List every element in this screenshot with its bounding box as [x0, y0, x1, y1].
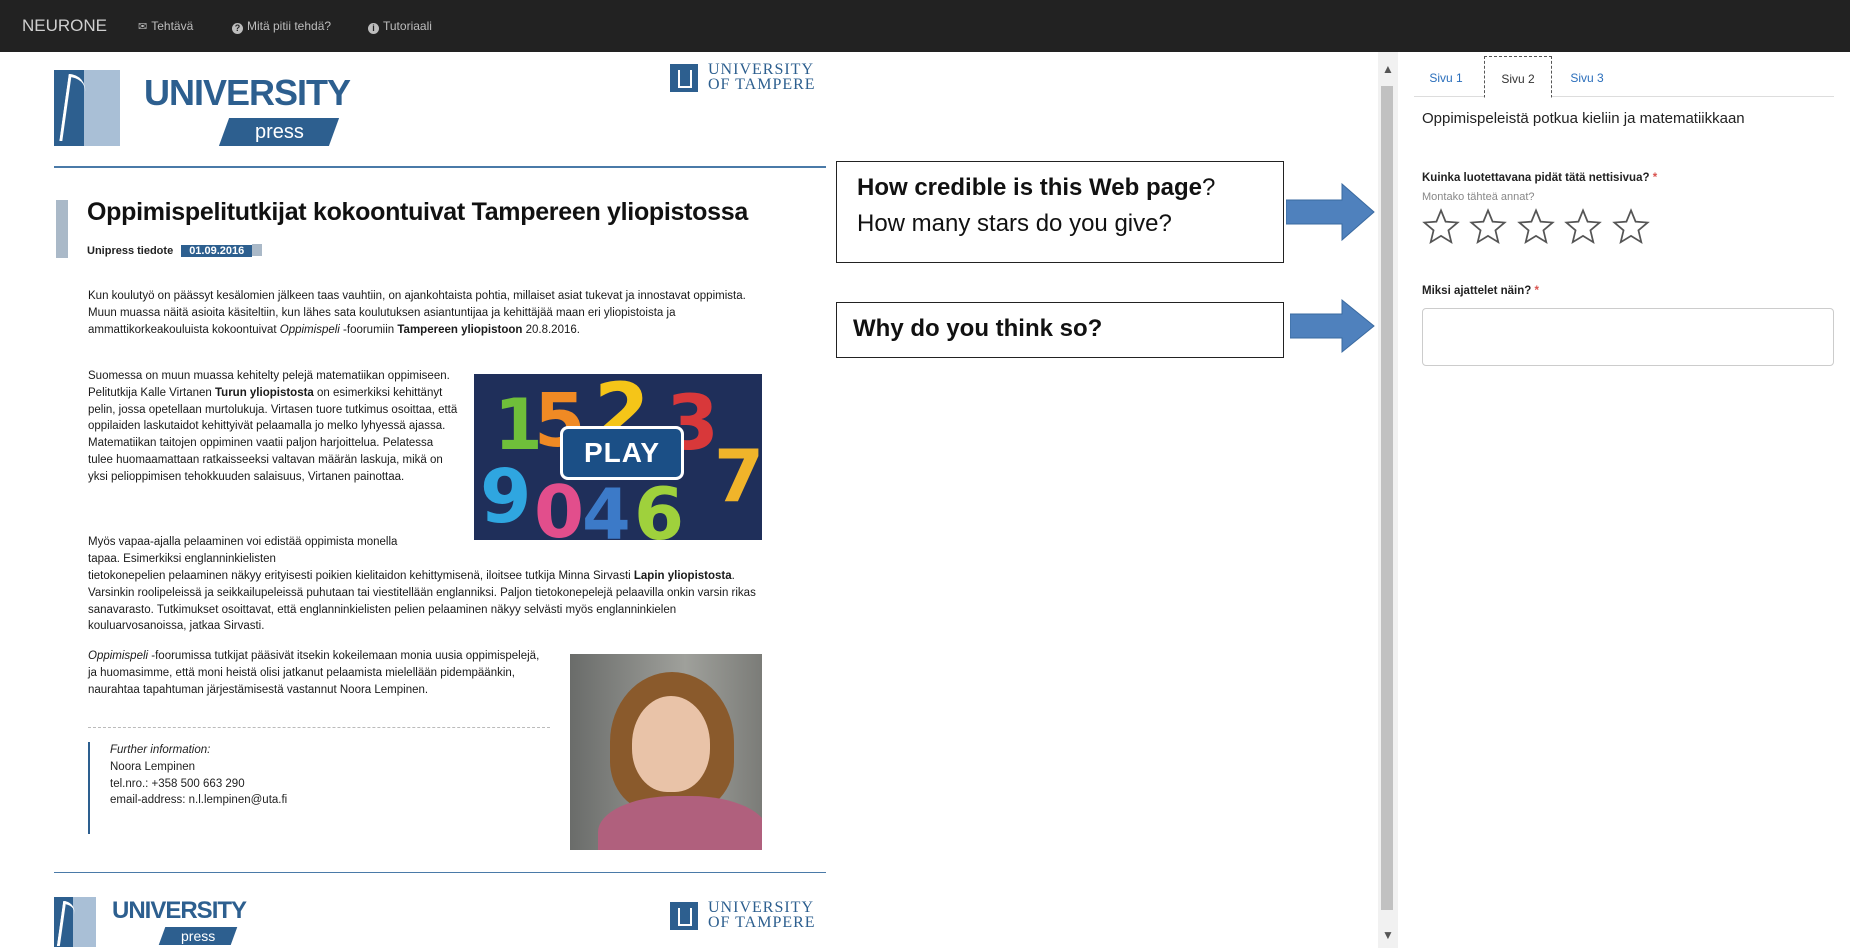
- contact-email[interactable]: email-address: n.l.lempinen@uta.fi: [110, 792, 287, 809]
- brand-logo[interactable]: NEURONE: [22, 16, 107, 36]
- arrow-right-icon: [1290, 298, 1375, 354]
- footer-uta-line-2: OF TAMPERE: [708, 914, 816, 931]
- question-circle-icon: ?: [232, 23, 243, 34]
- footer-uta-emblem-icon: [670, 902, 698, 930]
- uta-line-1: UNIVERSITY: [708, 61, 814, 78]
- nav-item-task[interactable]: ✉ Tehtävä: [138, 19, 193, 33]
- tab-sivu-3[interactable]: Sivu 3: [1554, 56, 1620, 96]
- evaluation-panel: Sivu 1 Sivu 2 Sivu 3 Oppimispeleistä pot…: [1398, 52, 1850, 948]
- stars-question: How many stars do you give?: [857, 210, 1172, 237]
- portrait-photo: [570, 654, 762, 850]
- star-icon[interactable]: [1612, 208, 1650, 246]
- university-press-badge: press: [218, 118, 340, 146]
- star-rating[interactable]: [1422, 208, 1655, 251]
- scroll-down-icon[interactable]: ▼: [1382, 928, 1394, 942]
- footer-uta-text: UNIVERSITY OF TAMPERE: [708, 899, 816, 931]
- math-game-image: 1 5 2 3 7 9 0 4 6 PLAY: [474, 374, 762, 540]
- meta-label: Unipress tiedote: [87, 245, 174, 257]
- university-press-word: UNIVERSITY: [144, 72, 351, 113]
- title-accent-bar: [56, 200, 68, 258]
- paragraph-4: Oppimispeli -foorumissa tutkijat pääsivä…: [88, 650, 540, 696]
- required-marker: *: [1652, 172, 1658, 184]
- footer-press-label: press: [180, 928, 216, 944]
- paragraph-3b: tietokonepelien pelaaminen näkyy erityis…: [88, 570, 756, 633]
- contact-phone: tel.nro.: +358 500 663 290: [110, 777, 245, 790]
- uta-line-2: OF TAMPERE: [708, 76, 816, 93]
- scrollbar-thumb[interactable]: [1381, 86, 1393, 910]
- star-icon[interactable]: [1517, 208, 1555, 246]
- contact-heading: Further information:: [110, 744, 211, 756]
- article-date: 01.09.2016: [181, 245, 253, 257]
- contact-info: Further information: Noora Lempinen tel.…: [88, 742, 287, 834]
- header-divider: [54, 166, 826, 168]
- why-question: Why do you think so?: [853, 315, 1103, 342]
- footer-press-badge: press: [158, 927, 238, 945]
- paragraph-2: Suomessa on muun muassa kehitelty pelejä…: [88, 370, 458, 483]
- nav-item-help-label: Mitä pitii tehdä?: [247, 19, 332, 33]
- page-tabs: Sivu 1 Sivu 2 Sivu 3: [1414, 56, 1834, 98]
- credibility-callout: How credible is this Web page? How many …: [836, 161, 1284, 263]
- page-scrollbar[interactable]: ▲ ▼: [1378, 52, 1398, 948]
- stars-hint: Montako tähteä annat?: [1422, 191, 1535, 203]
- nav-item-tutorial[interactable]: i Tutoriaali: [368, 19, 432, 34]
- footer-press-word: UNIVERSITY: [112, 897, 247, 924]
- scroll-up-icon[interactable]: ▲: [1382, 62, 1394, 76]
- play-button: PLAY: [560, 426, 684, 480]
- envelope-icon: ✉: [138, 21, 148, 33]
- why-callout: Why do you think so?: [836, 302, 1284, 358]
- footer-uta-line-1: UNIVERSITY: [708, 899, 814, 916]
- article-meta: Unipress tiedote 01.09.2016: [87, 244, 263, 257]
- footer-press-mark: [54, 897, 96, 947]
- arrow-right-icon: [1286, 182, 1375, 242]
- answer-textarea[interactable]: [1422, 308, 1834, 366]
- paragraph-1: Kun koulutyö on päässyt kesälomien jälke…: [88, 290, 746, 336]
- paragraph-3a: Myös vapaa-ajalla pelaaminen voi edistää…: [88, 536, 398, 565]
- nav-item-task-label: Tehtävä: [151, 19, 194, 33]
- credibility-question: How credible is this Web page?: [857, 174, 1216, 201]
- university-press-mark: [54, 70, 120, 146]
- tab-sivu-1[interactable]: Sivu 1: [1414, 56, 1478, 96]
- nav-item-help[interactable]: ? Mitä pitii tehdä?: [232, 19, 331, 34]
- dotted-divider: [88, 727, 550, 728]
- uta-logo-text: UNIVERSITY OF TAMPERE: [708, 61, 816, 93]
- contact-name: Noora Lempinen: [110, 760, 196, 773]
- star-icon[interactable]: [1422, 208, 1460, 246]
- top-navbar: NEURONE ✉ Tehtävä ? Mitä pitii tehdä? i Tut…: [0, 0, 1850, 52]
- tab-sivu-2[interactable]: Sivu 2: [1484, 56, 1552, 98]
- task-title: Oppimispeleistä potkua kieliin ja matema…: [1422, 110, 1745, 127]
- uta-emblem-icon: [670, 64, 698, 92]
- why-question-label: Miksi ajattelet näin? *: [1422, 285, 1539, 297]
- press-label: press: [254, 121, 304, 143]
- required-marker: *: [1534, 285, 1539, 297]
- star-icon[interactable]: [1469, 208, 1508, 246]
- article-title: Oppimispelitutkijat kokoontuivat Tampere…: [87, 198, 748, 226]
- info-circle-icon: i: [368, 23, 379, 34]
- star-icon[interactable]: [1564, 208, 1603, 246]
- footer-divider: [54, 872, 826, 873]
- credibility-question-label: Kuinka luotettavana pidät tätä nettisivu…: [1422, 172, 1658, 184]
- nav-item-tutorial-label: Tutoriaali: [383, 19, 432, 33]
